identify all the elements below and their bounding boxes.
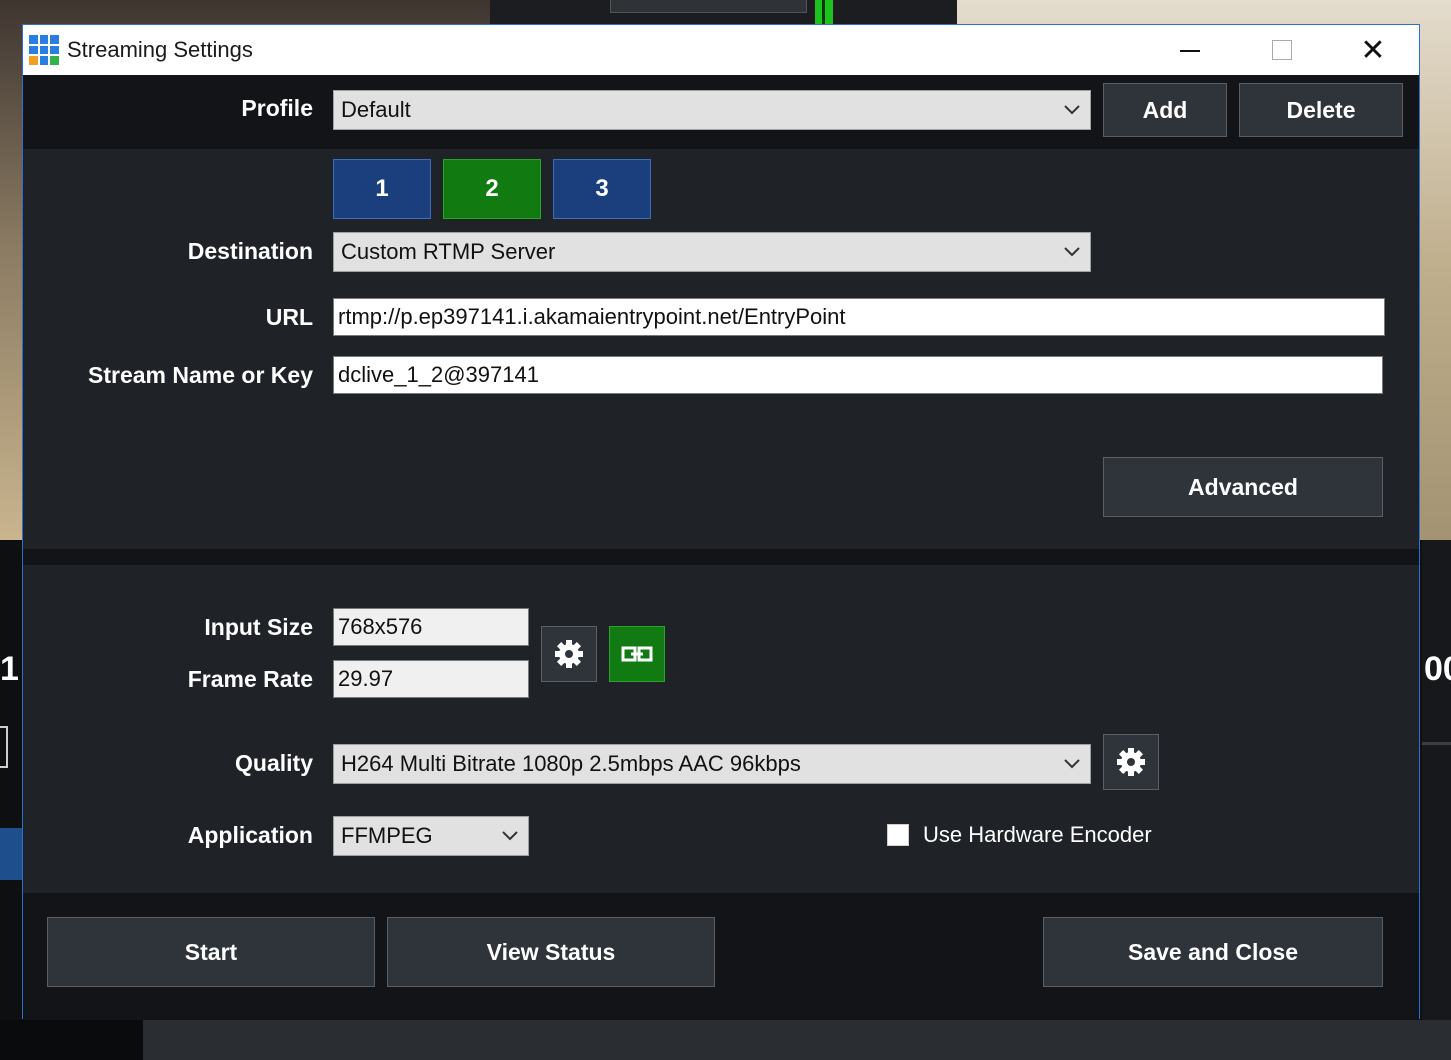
start-button[interactable]: Start bbox=[47, 917, 375, 987]
background-audio-meter bbox=[815, 0, 833, 26]
hardware-encoder-label[interactable]: Use Hardware Encoder bbox=[923, 822, 1152, 848]
background-bottom-left bbox=[0, 1020, 143, 1060]
stream-key-field[interactable]: dclive_1_2@397141 bbox=[333, 356, 1383, 394]
link-icon bbox=[621, 646, 653, 662]
application-label: Application bbox=[187, 822, 313, 848]
background-right-number: 00 bbox=[1424, 650, 1451, 688]
url-field[interactable]: rtmp://p.ep397141.i.akamaientrypoint.net… bbox=[333, 298, 1385, 336]
gear-icon bbox=[1117, 748, 1145, 776]
advanced-button[interactable]: Advanced bbox=[1103, 457, 1383, 517]
application-value: FFMPEG bbox=[341, 823, 433, 848]
chevron-down-icon bbox=[1064, 233, 1080, 271]
profile-value: Default bbox=[341, 97, 411, 122]
minimize-button[interactable] bbox=[1160, 25, 1220, 75]
background-left-blue-button bbox=[0, 828, 24, 880]
destination-label: Destination bbox=[187, 238, 313, 264]
chevron-down-icon bbox=[502, 817, 518, 855]
frame-rate-label: Frame Rate bbox=[187, 666, 313, 692]
close-button[interactable]: ✕ bbox=[1343, 25, 1403, 75]
minimize-icon bbox=[1180, 50, 1200, 52]
profile-dropdown[interactable]: Default bbox=[333, 90, 1091, 130]
close-icon: ✕ bbox=[1360, 33, 1386, 67]
maximize-button[interactable] bbox=[1252, 25, 1312, 75]
input-size-field[interactable]: 768x576 bbox=[333, 608, 529, 646]
tab-destination-3[interactable]: 3 bbox=[553, 159, 651, 219]
quality-settings-button[interactable] bbox=[1103, 734, 1159, 790]
app-grid-icon bbox=[29, 35, 59, 65]
section-divider bbox=[23, 549, 1419, 565]
add-profile-button[interactable]: Add bbox=[1103, 83, 1227, 137]
frame-rate-field[interactable]: 29.97 bbox=[333, 660, 529, 698]
application-dropdown[interactable]: FFMPEG bbox=[333, 816, 529, 856]
input-size-label: Input Size bbox=[204, 614, 313, 640]
hardware-encoder-checkbox[interactable] bbox=[887, 824, 909, 846]
tab-destination-2[interactable]: 2 bbox=[443, 159, 541, 219]
quality-dropdown[interactable]: H264 Multi Bitrate 1080p 2.5mbps AAC 96k… bbox=[333, 744, 1091, 784]
background-left-number: 1 bbox=[0, 650, 19, 688]
save-and-close-button[interactable]: Save and Close bbox=[1043, 917, 1383, 987]
stream-key-label: Stream Name or Key bbox=[88, 362, 313, 388]
chevron-down-icon bbox=[1064, 745, 1080, 783]
background-bottom-bar bbox=[143, 1020, 1451, 1060]
video-settings-button[interactable] bbox=[541, 626, 597, 682]
url-label: URL bbox=[265, 304, 313, 330]
quality-label: Quality bbox=[235, 750, 313, 776]
profile-label: Profile bbox=[241, 95, 313, 121]
delete-profile-button[interactable]: Delete bbox=[1239, 83, 1403, 137]
destination-dropdown[interactable]: Custom RTMP Server bbox=[333, 232, 1091, 272]
quality-value: H264 Multi Bitrate 1080p 2.5mbps AAC 96k… bbox=[341, 751, 801, 776]
destination-value: Custom RTMP Server bbox=[341, 239, 556, 264]
background-right-panel bbox=[1422, 540, 1451, 1020]
tab-destination-1[interactable]: 1 bbox=[333, 159, 431, 219]
background-right-line bbox=[1422, 742, 1451, 745]
background-left-panel bbox=[0, 540, 24, 1060]
background-left-box bbox=[0, 726, 8, 768]
background-toolbar-slot bbox=[610, 0, 807, 13]
title-bar[interactable]: Streaming Settings ✕ bbox=[23, 25, 1419, 75]
maximize-icon bbox=[1272, 40, 1292, 60]
window-title: Streaming Settings bbox=[67, 37, 253, 62]
link-toggle-button[interactable] bbox=[609, 626, 665, 682]
gear-icon bbox=[555, 640, 583, 668]
view-status-button[interactable]: View Status bbox=[387, 917, 715, 987]
chevron-down-icon bbox=[1064, 91, 1080, 129]
streaming-settings-window: Streaming Settings ✕ Profile Default Add… bbox=[22, 24, 1420, 1020]
